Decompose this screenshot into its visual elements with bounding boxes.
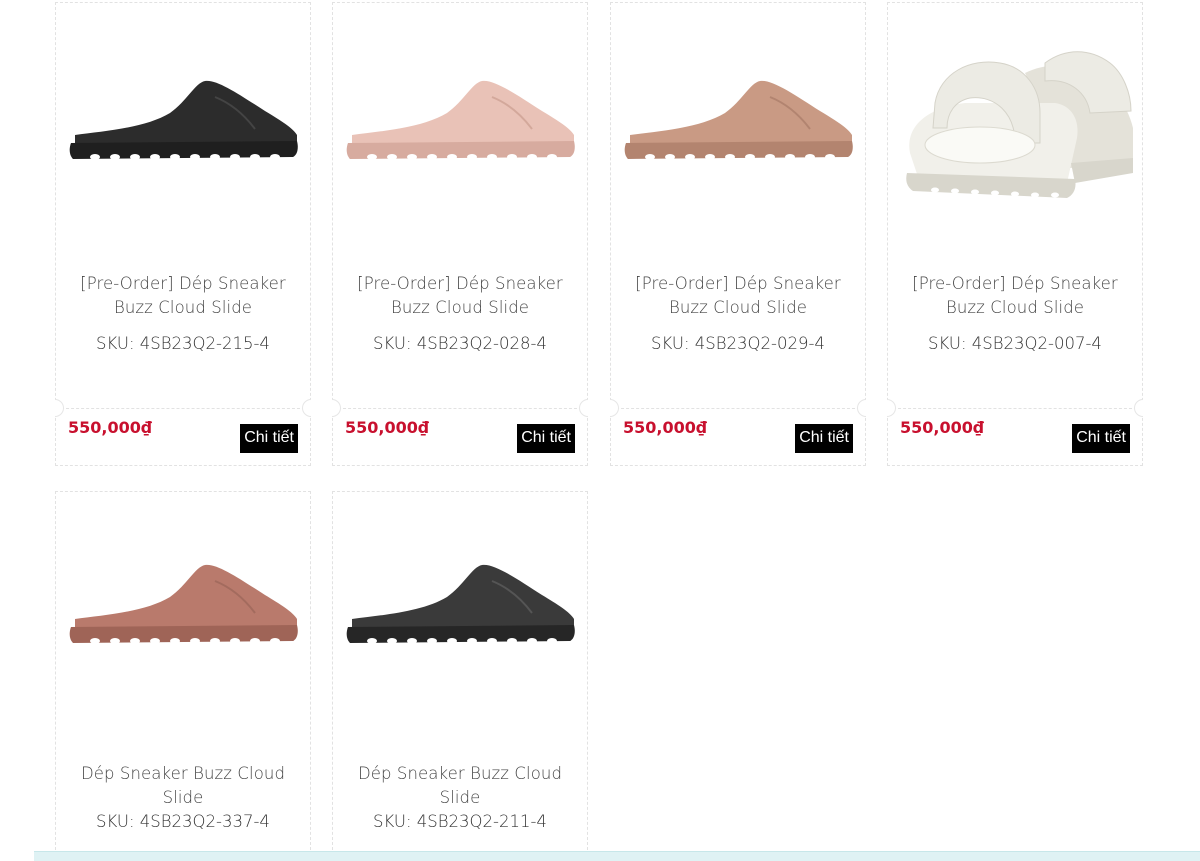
product-name[interactable]: [Pre-Order] Dép Sneaker Buzz Cloud Slide [898,272,1132,320]
terracotta-slide-image [69,564,298,644]
cream-slide-pair-image [906,51,1133,198]
product-sku: SKU: 4SB23Q2-007-4 [928,334,1102,353]
product-image[interactable] [888,3,1142,253]
card-divider [611,408,865,409]
card-notch [332,399,341,417]
pink-slide-image [346,80,575,160]
product-sku: SKU: 4SB23Q2-029-4 [651,334,825,353]
product-name[interactable]: Dép Sneaker Buzz Cloud Slide [66,762,300,810]
card-divider [56,408,310,409]
product-card[interactable]: Dép Sneaker Buzz Cloud Slide SKU: 4SB23Q… [332,491,588,860]
product-price: 550,000₫ [900,418,985,437]
card-notch [302,399,311,417]
product-image[interactable] [333,492,587,732]
card-notch [887,399,896,417]
black-slide-image [69,80,298,160]
product-price: 550,000₫ [345,418,430,437]
product-price: 550,000₫ [68,418,153,437]
dark-grey-slide-image [346,564,575,644]
product-image[interactable] [611,3,865,253]
detail-button[interactable]: Chi tiết [517,424,575,453]
product-name[interactable]: [Pre-Order] Dép Sneaker Buzz Cloud Slide [621,272,855,320]
product-name[interactable]: [Pre-Order] Dép Sneaker Buzz Cloud Slide [66,272,300,320]
product-card[interactable]: [Pre-Order] Dép Sneaker Buzz Cloud Slide… [610,2,866,466]
product-name[interactable]: [Pre-Order] Dép Sneaker Buzz Cloud Slide [343,272,577,320]
card-notch [55,399,64,417]
detail-button[interactable]: Chi tiết [1072,424,1130,453]
product-card[interactable]: Dép Sneaker Buzz Cloud Slide SKU: 4SB23Q… [55,491,311,860]
card-divider [333,408,587,409]
card-divider [888,408,1142,409]
product-sku: SKU: 4SB23Q2-211-4 [373,812,547,831]
product-name[interactable]: Dép Sneaker Buzz Cloud Slide [343,762,577,810]
product-sku: SKU: 4SB23Q2-028-4 [373,334,547,353]
product-card[interactable]: [Pre-Order] Dép Sneaker Buzz Cloud Slide… [55,2,311,466]
detail-button[interactable]: Chi tiết [795,424,853,453]
product-card[interactable]: [Pre-Order] Dép Sneaker Buzz Cloud Slide… [332,2,588,466]
product-card[interactable]: [Pre-Order] Dép Sneaker Buzz Cloud Slide… [887,2,1143,466]
tan-slide-image [624,80,853,160]
card-notch [857,399,866,417]
product-sku: SKU: 4SB23Q2-215-4 [96,334,270,353]
product-price: 550,000₫ [623,418,708,437]
detail-button[interactable]: Chi tiết [240,424,298,453]
product-image[interactable] [56,492,310,732]
card-notch [579,399,588,417]
product-sku: SKU: 4SB23Q2-337-4 [96,812,270,831]
product-image[interactable] [333,3,587,253]
product-image[interactable] [56,3,310,253]
card-notch [1134,399,1143,417]
card-notch [610,399,619,417]
